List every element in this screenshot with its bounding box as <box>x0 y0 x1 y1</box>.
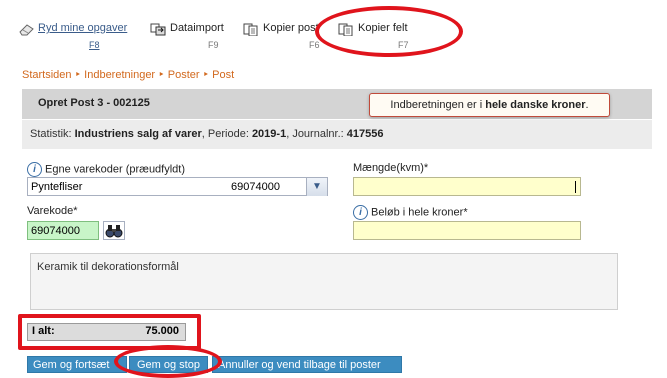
data-import-icon <box>150 23 166 36</box>
data-import-label: Dataimport <box>170 22 224 34</box>
copy-post-label: Kopier post <box>263 22 319 34</box>
own-codes-selected-text: Pyntefliser <box>31 181 83 193</box>
own-codes-label: Egne varekoder (præudfyldt) <box>45 163 186 176</box>
journal-value: 417556 <box>346 128 384 140</box>
quantity-label: Mængde(kvm)* <box>353 162 429 174</box>
report-info: Statistik: Industriens salg af varer, Pe… <box>30 128 383 140</box>
notice-text: Indberetningen er i <box>390 99 486 111</box>
copy-post-shortcut: F6 <box>309 40 320 50</box>
statistik-value: Industriens salg af varer <box>74 128 202 140</box>
statistik-label: Statistik: <box>30 128 75 140</box>
item-code-label: Varekode* <box>27 205 78 217</box>
breadcrumb-separator-icon: ‣ <box>202 69 210 81</box>
description-text: Keramik til dekorationsformål <box>37 261 179 273</box>
item-code-value: 69074000 <box>31 225 80 237</box>
breadcrumb: Startsiden ‣ Indberetninger ‣ Poster ‣ P… <box>22 68 234 81</box>
lookup-button[interactable] <box>103 221 125 240</box>
breadcrumb-item-post: Post <box>212 69 235 81</box>
amount-field[interactable] <box>353 221 581 240</box>
breadcrumb-item-reports[interactable]: Indberetninger <box>84 69 155 81</box>
notice-suffix: . <box>585 99 589 111</box>
notice-emphasis: hele danske kroner <box>485 99 586 111</box>
own-codes-label-row: i Egne varekoder (præudfyldt) <box>27 162 185 177</box>
binoculars-icon <box>105 225 123 238</box>
breadcrumb-item-posts[interactable]: Poster <box>168 69 200 81</box>
text-cursor <box>575 181 576 193</box>
page-title: Opret Post 3 - 002125 <box>38 97 150 109</box>
save-continue-button[interactable]: Gem og fortsæt <box>27 356 127 373</box>
data-import-button[interactable]: Dataimport <box>150 22 224 36</box>
journal-label: , Journalnr.: <box>286 128 347 140</box>
info-icon[interactable]: i <box>27 162 42 177</box>
amount-label: Beløb i hele kroner* <box>371 206 468 219</box>
clear-tasks-shortcut: F8 <box>89 40 100 50</box>
chevron-down-icon[interactable]: ▼ <box>306 178 327 196</box>
breadcrumb-separator-icon: ‣ <box>158 69 165 81</box>
description-box: Keramik til dekorationsformål <box>30 253 618 310</box>
own-codes-select[interactable]: Pyntefliser 69074000 ▼ <box>27 177 328 196</box>
data-import-shortcut: F9 <box>208 40 219 50</box>
clear-tasks-label: Ryd mine opgaver <box>38 22 128 34</box>
periode-label: , Periode: <box>201 128 252 140</box>
copy-post-icon <box>243 23 258 36</box>
form-header: Opret Post 3 - 002125 Indberetningen er … <box>22 89 652 119</box>
periode-value: 2019-1 <box>251 128 287 140</box>
save-stop-highlight-ring <box>114 345 222 378</box>
report-info-bar: Statistik: Industriens salg af varer, Pe… <box>22 120 652 149</box>
item-code-field[interactable]: 69074000 <box>27 221 99 240</box>
copy-post-button[interactable]: Kopier post <box>243 22 319 36</box>
breadcrumb-item-home[interactable]: Startsiden <box>22 69 72 81</box>
currency-notice: Indberetningen er i hele danske kroner. <box>369 93 610 117</box>
amount-label-row: i Beløb i hele kroner* <box>353 205 468 220</box>
breadcrumb-separator-icon: ‣ <box>74 69 82 81</box>
clear-tasks-button[interactable]: Ryd mine opgaver <box>18 22 127 36</box>
eraser-icon <box>19 24 34 36</box>
cancel-button[interactable]: Annuller og vend tilbage til poster <box>212 356 402 373</box>
quantity-field[interactable] <box>353 177 581 196</box>
copy-field-highlight-ring <box>315 6 463 57</box>
info-icon[interactable]: i <box>353 205 368 220</box>
own-codes-selected-code: 69074000 <box>231 181 280 193</box>
